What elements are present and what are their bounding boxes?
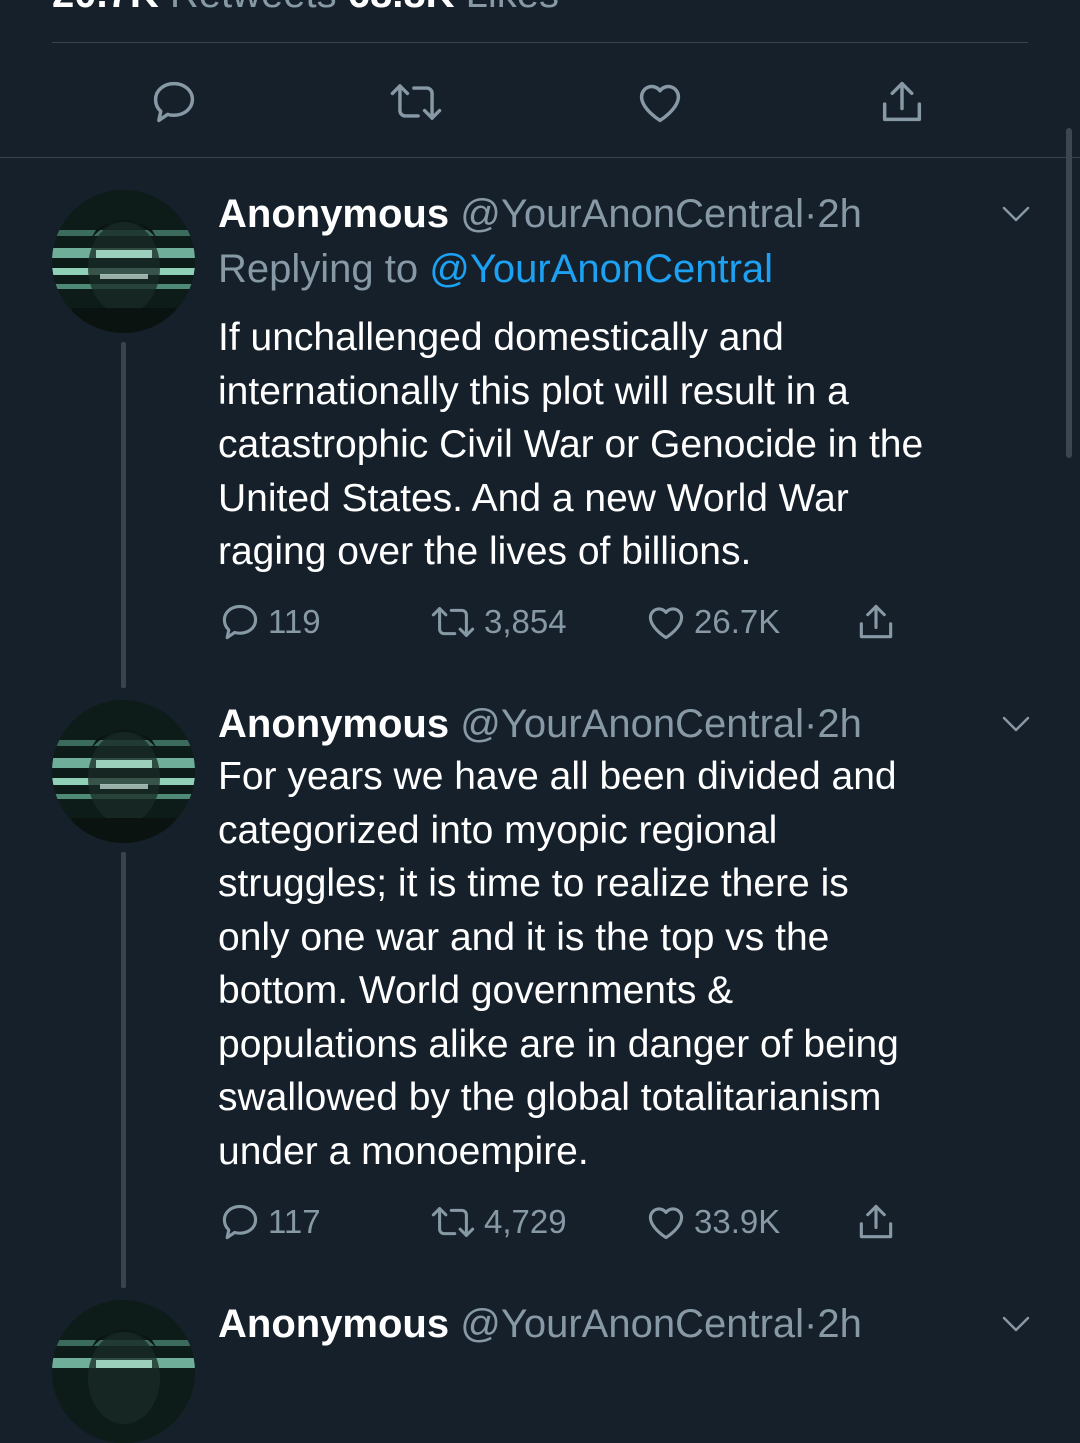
retweet-label: Retweets (170, 0, 337, 16)
like-count: 33.9K (694, 1203, 781, 1240)
tweet-text-line: If unchallenged domestically and (218, 316, 784, 359)
chevron-down-icon[interactable] (1000, 204, 1032, 224)
retweet-button[interactable]: 3,854 (428, 597, 567, 647)
tweet-text-line: catastrophic Civil War or Genocide in th… (218, 423, 924, 466)
reply-count: 119 (268, 603, 321, 640)
tweet-text-line: raging over the lives of billions. (218, 530, 752, 573)
reply-icon (222, 604, 258, 640)
like-count[interactable]: 68.8K (348, 0, 455, 16)
like-button[interactable]: 26.7K (644, 597, 780, 647)
tweet-text-line: internationally this plot will result in… (218, 369, 849, 413)
share-button[interactable] (872, 70, 932, 134)
reply-button[interactable]: 117 (218, 1197, 321, 1247)
reply-icon (153, 81, 195, 123)
divider (52, 42, 1028, 43)
share-icon (882, 81, 922, 122)
tweet-actions: 117 4,729 33.9K (218, 1197, 918, 1247)
share-button[interactable] (854, 1197, 898, 1247)
tweet-text-line: only one war and it is the top vs the (218, 915, 830, 959)
display-name[interactable]: Anonymous (218, 192, 449, 236)
main-tweet-actions (0, 70, 1080, 140)
thread-line (121, 342, 126, 688)
tweet-text-line: categorized into myopic regional (218, 808, 778, 852)
separator: · (804, 1302, 818, 1346)
replying-to-label: Replying to (218, 247, 430, 291)
reply-button[interactable]: 119 (218, 597, 321, 647)
timestamp[interactable]: 2h (817, 192, 862, 236)
retweet-button[interactable]: 4,729 (428, 1197, 567, 1247)
like-count: 26.7K (694, 603, 781, 640)
avatar[interactable] (52, 190, 195, 333)
replying-to-link[interactable]: @YourAnonCentral (429, 247, 773, 291)
divider (0, 157, 1080, 158)
chevron-down-icon[interactable] (1000, 714, 1032, 734)
tweet-text-line: United States. And a new World War (218, 476, 849, 520)
like-label: Likes (466, 0, 559, 16)
share-icon (859, 1204, 893, 1239)
tweet-text-line: populations alike are in danger of being (218, 1022, 899, 1066)
like-icon (648, 1207, 684, 1240)
handle[interactable]: @YourAnonCentral (460, 702, 804, 746)
handle[interactable]: @YourAnonCentral (460, 192, 804, 236)
avatar[interactable] (52, 700, 195, 843)
display-name[interactable]: Anonymous (218, 702, 449, 746)
timestamp[interactable]: 2h (817, 1302, 862, 1346)
retweet-count: 4,729 (484, 1203, 567, 1240)
share-button[interactable] (854, 597, 898, 647)
retweet-count[interactable]: 20.7K (52, 0, 159, 16)
tweet-text: If unchallenged domestically and interna… (218, 311, 1038, 579)
tweet-header: Anonymous @YourAnonCentral·2h (218, 1300, 862, 1348)
tweet-text-line: For years we have all been divided and (218, 755, 897, 798)
replying-to: Replying to @YourAnonCentral (218, 245, 773, 293)
scrollbar[interactable] (1066, 128, 1072, 458)
like-button[interactable]: 33.9K (644, 1197, 780, 1247)
display-name[interactable]: Anonymous (218, 1302, 449, 1346)
avatar[interactable] (52, 1300, 195, 1443)
retweet-count: 3,854 (484, 603, 567, 640)
thread-line (121, 852, 126, 1288)
tweet-actions: 119 3,854 26.7K (218, 597, 918, 647)
tweet-text-line: swallowed by the global totalitarianism (218, 1076, 882, 1119)
tweet-text: For years we have all been divided and c… (218, 750, 1038, 1178)
tweet-text-line: under a monoempire. (218, 1129, 589, 1173)
retweet-icon (431, 1207, 475, 1237)
reply-count: 117 (268, 1203, 321, 1240)
retweet-icon (431, 607, 475, 637)
chevron-down-icon[interactable] (1000, 1314, 1032, 1334)
tweet-text-line: struggles; it is time to realize there i… (218, 862, 849, 905)
separator: · (804, 192, 818, 236)
tweet-header: Anonymous @YourAnonCentral·2h (218, 190, 862, 238)
handle[interactable]: @YourAnonCentral (460, 1302, 804, 1346)
like-icon (639, 84, 681, 123)
separator: · (804, 702, 818, 746)
timestamp[interactable]: 2h (817, 702, 862, 746)
retweet-icon (390, 84, 442, 120)
tweet-stats: 20.7K Retweets 68.8K Likes (52, 0, 559, 17)
reply-icon (222, 1204, 258, 1240)
share-icon (859, 604, 893, 639)
like-button[interactable] (630, 70, 690, 134)
tweet-text-line: bottom. World governments & (218, 969, 734, 1012)
tweet-header: Anonymous @YourAnonCentral·2h (218, 700, 862, 748)
retweet-button[interactable] (386, 70, 446, 134)
like-icon (648, 607, 684, 640)
reply-button[interactable] (144, 70, 204, 134)
